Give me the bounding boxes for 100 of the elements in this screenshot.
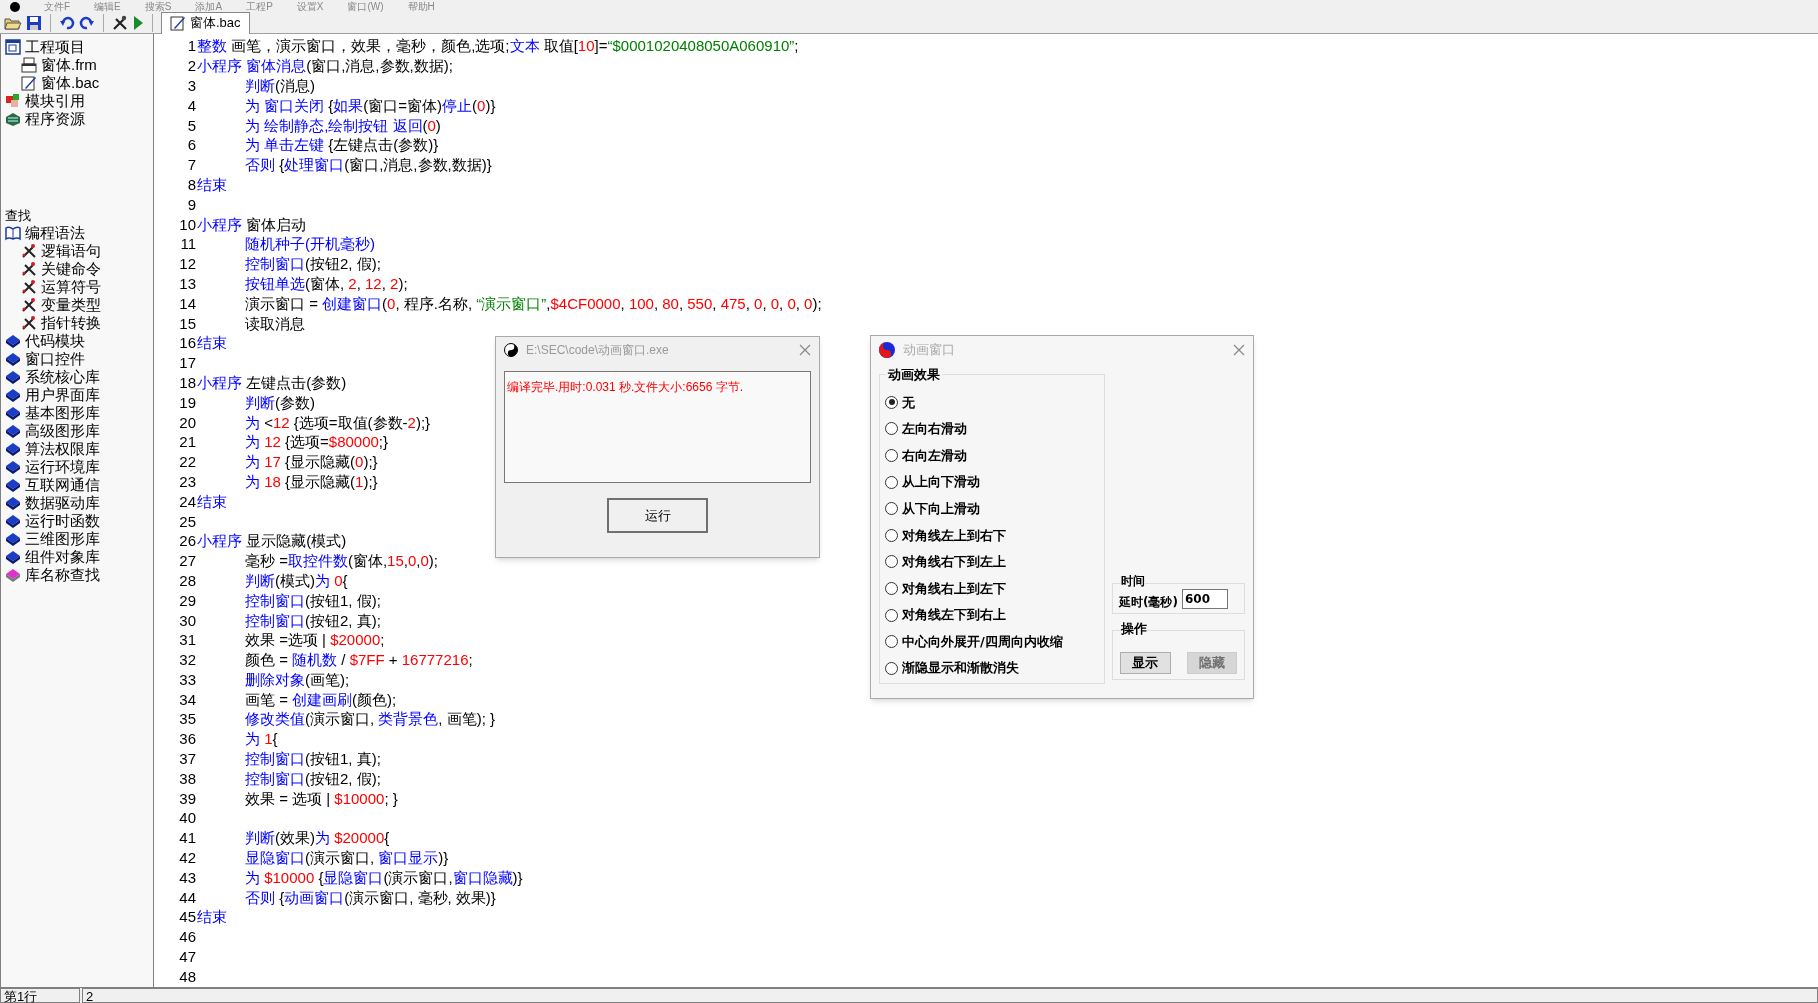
redo-icon[interactable] bbox=[79, 14, 95, 31]
tree-item[interactable]: 编程语法 bbox=[25, 224, 85, 242]
code-line: 效果 = 选项 | $10000; } bbox=[244, 788, 398, 808]
radio-option[interactable]: 对角线右下到左上 bbox=[885, 548, 1104, 576]
book-icon bbox=[5, 567, 21, 583]
tree-item[interactable]: 三维图形库 bbox=[25, 530, 100, 548]
group-title: 时间 bbox=[1121, 575, 1145, 588]
tools-icon[interactable] bbox=[112, 14, 128, 31]
tools-icon bbox=[21, 243, 37, 259]
line-number: 42 bbox=[178, 848, 196, 868]
radio-button[interactable] bbox=[885, 581, 898, 595]
tree-item[interactable]: 基本图形库 bbox=[25, 404, 100, 422]
code-line: 结束 bbox=[196, 174, 227, 194]
radio-option[interactable]: 从上向下滑动 bbox=[885, 468, 1104, 496]
radio-button[interactable] bbox=[885, 661, 898, 675]
radio-button[interactable] bbox=[885, 395, 898, 409]
tree-item[interactable]: 变量类型 bbox=[41, 296, 101, 314]
radio-option[interactable]: 对角线左下到右上 bbox=[885, 601, 1104, 629]
radio-button[interactable] bbox=[885, 528, 898, 542]
tree-item[interactable]: 数据驱动库 bbox=[25, 494, 100, 512]
resource-icon bbox=[5, 111, 21, 127]
tree-item[interactable]: 程序资源 bbox=[25, 110, 85, 128]
code-line: 控制窗口(按钮1, 假); bbox=[244, 590, 381, 610]
radio-option[interactable]: 中心向外展开/四周向内收缩 bbox=[885, 628, 1104, 655]
file-tab[interactable]: 窗体.bac bbox=[161, 11, 250, 34]
radio-option[interactable]: 对角线右上到左下 bbox=[885, 575, 1104, 602]
code-line: 小程序 显示隐藏(模式) bbox=[196, 531, 347, 551]
book-icon bbox=[5, 423, 21, 439]
tree-item[interactable]: 运行时函数 bbox=[25, 512, 100, 530]
tree-item[interactable]: 关键命令 bbox=[41, 260, 101, 278]
close-icon[interactable] bbox=[799, 344, 811, 356]
radio-option[interactable]: 右向左滑动 bbox=[885, 442, 1104, 469]
code-line: 结束 bbox=[196, 491, 227, 511]
save-icon[interactable] bbox=[26, 14, 42, 31]
line-number: 18 bbox=[178, 372, 196, 392]
book-icon bbox=[5, 405, 21, 421]
radio-button[interactable] bbox=[885, 475, 898, 489]
undo-icon[interactable] bbox=[59, 14, 75, 31]
radio-option[interactable]: 对角线左上到右下 bbox=[885, 521, 1104, 549]
line-number: 15 bbox=[178, 313, 196, 333]
radio-button[interactable] bbox=[885, 422, 898, 436]
action-button[interactable]: 显示 bbox=[1120, 652, 1171, 674]
line-number: 35 bbox=[178, 709, 196, 729]
book-icon bbox=[5, 387, 21, 403]
code-line: 否则 {处理窗口(窗口,消息,参数,数据)} bbox=[244, 155, 492, 175]
code-line: 结束 bbox=[196, 907, 227, 927]
tree-item[interactable]: 库名称查找 bbox=[25, 566, 100, 584]
tree-item[interactable]: 运算符号 bbox=[41, 278, 101, 296]
line-number: 36 bbox=[178, 729, 196, 749]
radio-option[interactable]: 左向右滑动 bbox=[885, 415, 1104, 443]
delay-input[interactable]: 600 bbox=[1181, 588, 1228, 609]
compile-message: 编译完毕.用时:0.031 秒.文件大小:6656 字节. bbox=[507, 380, 744, 394]
tools-icon bbox=[21, 315, 37, 331]
radio-option[interactable]: 从下向上滑动 bbox=[885, 495, 1104, 522]
line-number: 17 bbox=[178, 353, 196, 373]
tree-item[interactable]: 模块引用 bbox=[25, 92, 85, 110]
window-title: 动画窗口 bbox=[903, 341, 956, 360]
play-icon[interactable] bbox=[132, 14, 144, 31]
tree-item[interactable]: 代码模块 bbox=[25, 332, 85, 350]
tree-item[interactable]: 窗口控件 bbox=[25, 350, 85, 368]
line-number: 20 bbox=[178, 412, 196, 432]
radio-button[interactable] bbox=[885, 449, 898, 462]
tree-item[interactable]: 互联网通信 bbox=[25, 476, 100, 494]
code-line: 控制窗口(按钮2, 假); bbox=[244, 768, 381, 788]
radio-option[interactable]: 渐隐显示和渐散消失 bbox=[885, 654, 1104, 682]
tree-item[interactable]: 运行环境库 bbox=[25, 458, 100, 476]
tree-item[interactable]: 指针转换 bbox=[41, 314, 101, 332]
tools-icon bbox=[21, 261, 37, 277]
form-icon bbox=[21, 57, 37, 73]
line-number: 22 bbox=[178, 452, 196, 472]
radio-button[interactable] bbox=[885, 555, 898, 569]
tree-item[interactable]: 窗体.bac bbox=[41, 74, 100, 92]
code-line: 结束 bbox=[196, 333, 227, 353]
tree-item[interactable]: 工程项目 bbox=[25, 38, 85, 56]
code-line: 演示窗口 = 创建窗口(0, 程序.名称, “演示窗口”,$4CF0000, 100, 80, 550, 475, 0, 0, 0, 0); bbox=[244, 293, 822, 313]
tree-item[interactable]: 逻辑语句 bbox=[41, 242, 101, 260]
tree-item[interactable]: 系统核心库 bbox=[25, 368, 100, 386]
tree-item[interactable]: 用户界面库 bbox=[25, 386, 100, 404]
code-line: 删除对象(画笔); bbox=[244, 669, 350, 689]
tree-item[interactable]: 高级图形库 bbox=[25, 422, 100, 440]
radio-button[interactable] bbox=[885, 608, 898, 622]
radio-option[interactable]: 无 bbox=[885, 389, 1104, 416]
code-line: 否则 {动画窗口(演示窗口, 毫秒, 效果)} bbox=[244, 887, 496, 907]
book-icon bbox=[5, 531, 21, 547]
close-icon[interactable] bbox=[1233, 344, 1245, 356]
radio-button[interactable] bbox=[885, 502, 898, 516]
run-button[interactable]: 运行 bbox=[607, 498, 708, 533]
tree-item[interactable]: 算法权限库 bbox=[25, 440, 100, 458]
code-line: 判断(消息) bbox=[244, 76, 315, 95]
line-number: 23 bbox=[178, 471, 196, 491]
code-line: 按钮单选(窗体, 2, 12, 2); bbox=[244, 273, 408, 293]
tree-item[interactable]: 窗体.frm bbox=[41, 56, 97, 74]
book-icon bbox=[5, 549, 21, 565]
line-number: 2 bbox=[186, 56, 196, 76]
radio-button[interactable] bbox=[885, 635, 898, 649]
status-field: 2 bbox=[82, 988, 1818, 1003]
line-number: 9 bbox=[186, 194, 196, 214]
book-icon bbox=[5, 351, 21, 367]
tree-item[interactable]: 组件对象库 bbox=[25, 548, 100, 566]
line-number: 28 bbox=[178, 570, 196, 590]
